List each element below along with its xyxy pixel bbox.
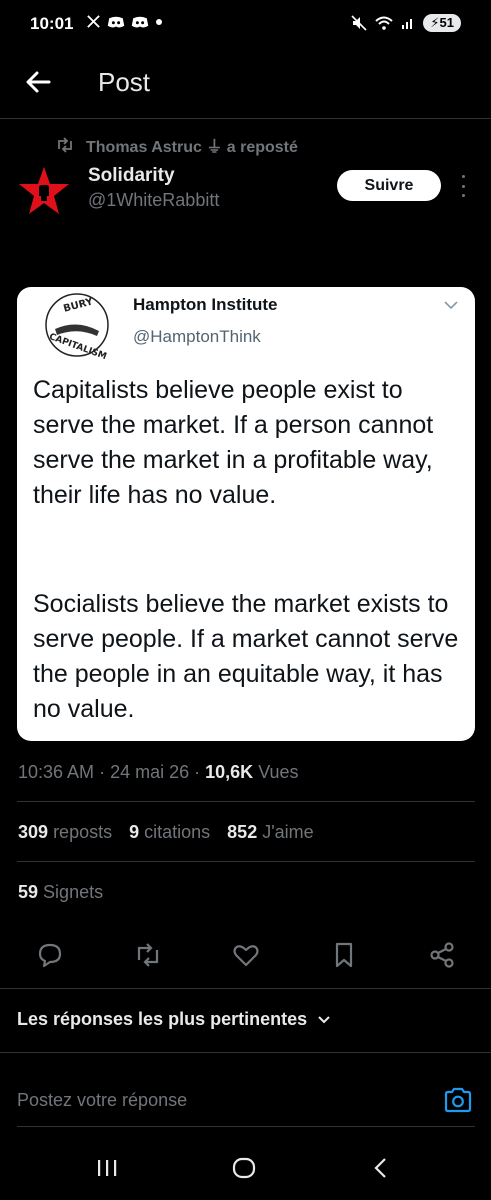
bookmarks-stat[interactable]: 59 Signets xyxy=(18,882,103,903)
views-label: Vues xyxy=(258,762,299,782)
page-title: Post xyxy=(98,67,151,97)
status-bar: 10:01 ⚡51 xyxy=(0,0,491,52)
reposts-count: 309 xyxy=(18,822,49,842)
repost-icon xyxy=(58,137,72,153)
reposted-by-text: Thomas Astruc ⏚ a reposté xyxy=(86,139,298,156)
battery-indicator: ⚡51 xyxy=(423,14,461,32)
back-arrow-icon[interactable] xyxy=(22,66,54,98)
repost-icon[interactable] xyxy=(133,940,163,970)
discord-icon xyxy=(131,16,149,27)
quotes-count: 9 xyxy=(129,822,140,842)
embedded-author-handle: @HamptonThink xyxy=(133,327,261,346)
discord-icon xyxy=(107,16,125,27)
recent-apps-icon[interactable] xyxy=(96,1158,118,1178)
header: Post xyxy=(0,52,491,116)
status-system-icons: ⚡51 xyxy=(351,14,461,32)
status-time: 10:01 xyxy=(30,14,74,33)
post-date: 24 mai 26 xyxy=(110,762,190,782)
quotes-stat[interactable]: 9 citations xyxy=(129,822,210,843)
bury-capitalism-logo: BURY CAPITALISM xyxy=(45,293,109,359)
embedded-author-name: Hampton Institute xyxy=(133,295,278,314)
likes-count: 852 xyxy=(227,822,258,842)
replies-sort-dropdown[interactable]: Les réponses les plus pertinentes xyxy=(17,1009,331,1030)
mute-icon xyxy=(351,15,367,31)
bookmarks-count: 59 xyxy=(18,882,39,902)
reply-input[interactable]: Postez votre réponse xyxy=(17,1090,187,1111)
battery-level: 51 xyxy=(439,15,454,30)
avatar[interactable] xyxy=(18,166,70,216)
sort-divider xyxy=(0,1052,491,1053)
reposts-label: reposts xyxy=(53,822,113,842)
bookmark-icon[interactable] xyxy=(329,940,359,970)
header-divider xyxy=(0,118,491,119)
dot-icon xyxy=(156,18,162,25)
system-nav-bar xyxy=(0,1140,491,1200)
author-name[interactable]: Solidarity xyxy=(88,165,175,187)
camera-icon[interactable] xyxy=(443,1086,473,1114)
status-notification-icons xyxy=(86,14,163,29)
embedded-paragraph-1: Capitalists believe people exist to serv… xyxy=(33,376,434,509)
follow-button[interactable]: Suivre xyxy=(337,170,441,201)
views-count: 10,6K xyxy=(205,762,254,782)
replies-sort-label: Les réponses les plus pertinentes xyxy=(17,1009,308,1029)
reply-icon[interactable] xyxy=(35,940,65,970)
x-logo-icon xyxy=(87,15,100,28)
chevron-down-icon xyxy=(318,1015,330,1023)
likes-label: J'aime xyxy=(262,822,314,842)
meta-divider xyxy=(17,801,475,802)
actions-divider xyxy=(0,988,491,989)
home-icon[interactable] xyxy=(232,1156,256,1180)
likes-stat[interactable]: 852 J'aime xyxy=(227,822,314,843)
repost-indicator[interactable]: Thomas Astruc ⏚ a reposté xyxy=(56,133,298,157)
input-divider xyxy=(17,1126,475,1127)
more-options-icon[interactable] xyxy=(459,175,467,197)
bookmarks-label: Signets xyxy=(43,882,104,902)
embedded-paragraph-2: Socialists believe the market exists to … xyxy=(33,590,459,723)
system-back-icon[interactable] xyxy=(372,1156,388,1180)
engagement-stats: 309 reposts 9 citations 852 J'aime xyxy=(18,822,314,843)
wifi-icon xyxy=(375,16,394,30)
action-bar xyxy=(0,940,491,972)
post-meta: 10:36 AM · 24 mai 26 · 10,6K Vues xyxy=(18,762,299,782)
stats-divider xyxy=(17,861,475,862)
like-icon[interactable] xyxy=(231,940,261,970)
author-handle[interactable]: @1WhiteRabbitt xyxy=(88,190,219,211)
quotes-label: citations xyxy=(144,822,211,842)
post-time: 10:36 AM xyxy=(18,762,95,782)
signal-icon xyxy=(402,19,413,29)
share-icon[interactable] xyxy=(427,940,457,970)
chevron-down-icon xyxy=(444,301,458,310)
embedded-tweet-image[interactable]: BURY CAPITALISM Hampton Institute @Hampt… xyxy=(17,287,475,741)
reposts-stat[interactable]: 309 reposts xyxy=(18,822,112,843)
